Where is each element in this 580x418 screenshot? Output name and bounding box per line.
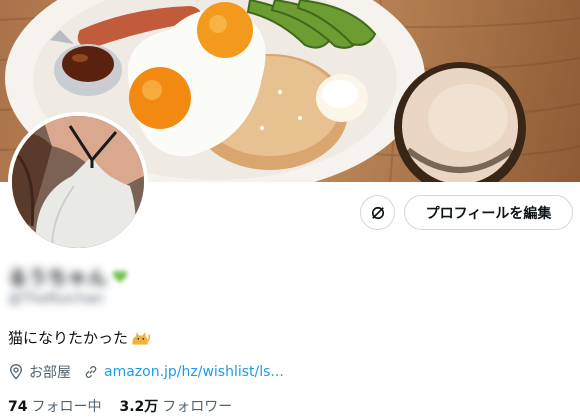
location-pin-icon — [9, 364, 23, 380]
bio-text: 猫になりたかった — [8, 329, 129, 347]
following-stat[interactable]: 74 フォロー中 — [8, 396, 101, 416]
cat-emoji — [132, 331, 151, 345]
display-name-row: るうちゃん — [8, 264, 128, 289]
followers-count: 3.2万 — [119, 399, 159, 415]
profile-bio: 猫になりたかった — [8, 327, 151, 348]
profile-meta: お部屋 amazon.jp/hz/wishlist/ls... — [8, 362, 296, 382]
location-item: お部屋 — [8, 362, 71, 382]
link-icon — [85, 366, 97, 378]
profile-stats: 74 フォロー中 3.2万 フォロワー — [8, 396, 250, 416]
followers-stat[interactable]: 3.2万 フォロワー — [119, 396, 232, 416]
profile-avatar[interactable] — [8, 112, 148, 252]
link-off-icon — [371, 206, 384, 219]
avatar-photo — [12, 116, 144, 248]
website-link[interactable]: amazon.jp/hz/wishlist/ls... — [104, 364, 284, 380]
edit-profile-button[interactable]: プロフィールを編集 — [404, 195, 573, 230]
website-item[interactable]: amazon.jp/hz/wishlist/ls... — [83, 364, 284, 380]
following-count: 74 — [8, 399, 28, 415]
user-handle: @TheRuichan — [8, 291, 104, 307]
following-label: フォロー中 — [31, 399, 102, 415]
location-text: お部屋 — [29, 365, 71, 381]
link-off-button[interactable] — [360, 195, 395, 230]
green-heart-icon — [113, 269, 127, 283]
followers-label: フォロワー — [162, 399, 233, 415]
display-name: るうちゃん — [8, 266, 109, 289]
